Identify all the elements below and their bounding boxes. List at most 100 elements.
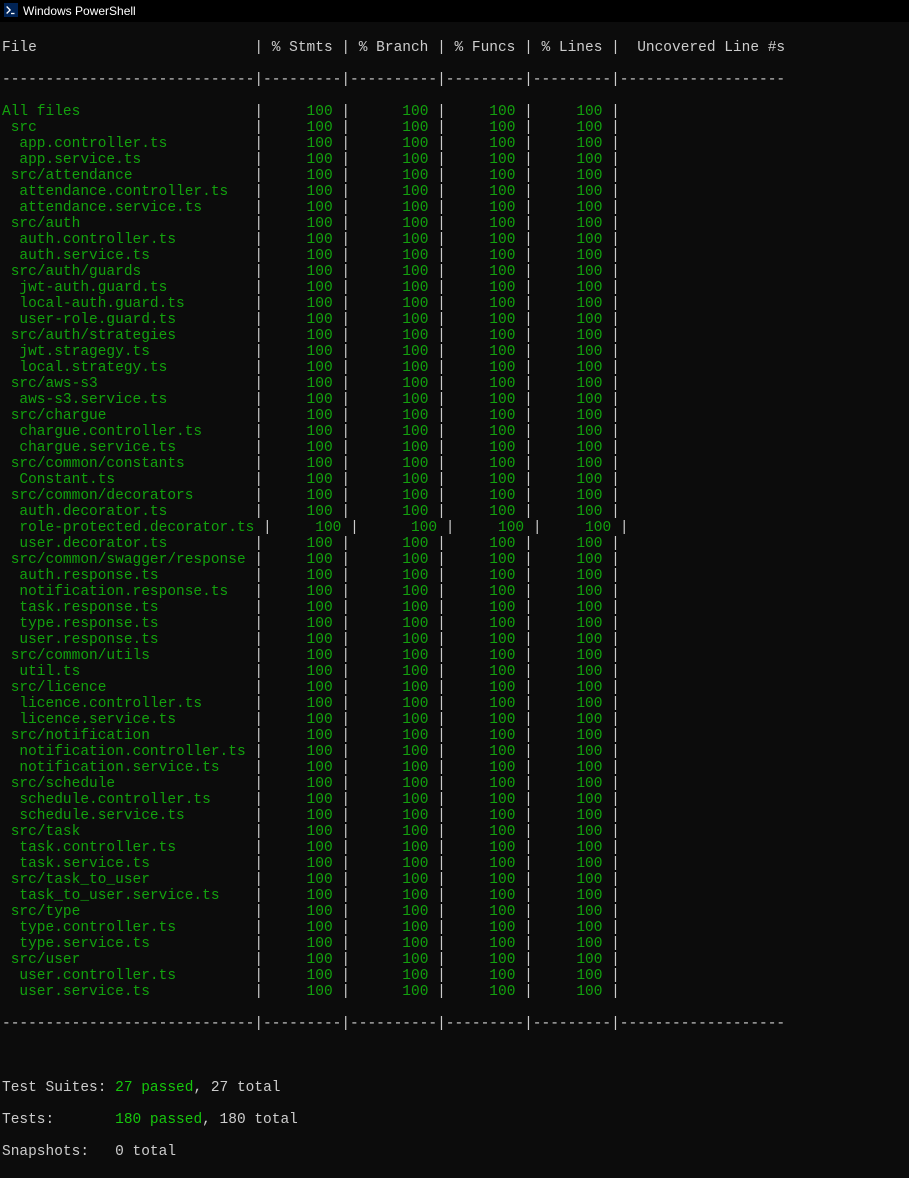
coverage-row: All files | 100 | 100 | 100 | 100 |	[2, 104, 907, 120]
pct-funcs: 100	[446, 296, 524, 312]
pct-funcs: 100	[446, 888, 524, 904]
column-separator: |	[254, 824, 263, 840]
pct-funcs: 100	[446, 200, 524, 216]
pct-stmts: 100	[263, 536, 341, 552]
pct-lines: 100	[533, 936, 611, 952]
column-separator: |	[254, 904, 263, 920]
pct-branch: 100	[350, 856, 437, 872]
column-separator: |	[437, 456, 446, 472]
column-separator: |	[611, 136, 620, 152]
pct-stmts: 100	[263, 376, 341, 392]
column-separator: |	[341, 216, 350, 232]
pct-lines: 100	[533, 184, 611, 200]
file-name: schedule.controller.ts	[2, 792, 254, 808]
column-separator: |	[524, 488, 533, 504]
file-name: src/common/swagger/response	[2, 552, 254, 568]
window-titlebar[interactable]: Windows PowerShell	[0, 0, 909, 22]
coverage-row: src/chargue | 100 | 100 | 100 | 100 |	[2, 408, 907, 424]
column-separator: |	[254, 312, 263, 328]
uncovered-lines	[620, 536, 785, 552]
coverage-row: src/common/decorators | 100 | 100 | 100 …	[2, 488, 907, 504]
pct-lines: 100	[533, 296, 611, 312]
pct-lines: 100	[533, 888, 611, 904]
column-separator: |	[620, 520, 629, 536]
pct-funcs: 100	[446, 488, 524, 504]
summary-tests: Tests: 180 passed, 180 total	[2, 1112, 907, 1128]
uncovered-lines	[620, 136, 785, 152]
coverage-row: src/common/swagger/response | 100 | 100 …	[2, 552, 907, 568]
column-separator: |	[524, 792, 533, 808]
column-separator: |	[437, 536, 446, 552]
pct-funcs: 100	[446, 840, 524, 856]
column-separator: |	[254, 392, 263, 408]
pct-stmts: 100	[263, 728, 341, 744]
coverage-row: src/task | 100 | 100 | 100 | 100 |	[2, 824, 907, 840]
column-separator: |	[437, 664, 446, 680]
coverage-row: type.service.ts | 100 | 100 | 100 | 100 …	[2, 936, 907, 952]
pct-stmts: 100	[263, 856, 341, 872]
coverage-row: util.ts | 100 | 100 | 100 | 100 |	[2, 664, 907, 680]
pct-lines: 100	[533, 712, 611, 728]
pct-stmts: 100	[272, 520, 350, 536]
pct-funcs: 100	[446, 968, 524, 984]
pct-stmts: 100	[263, 104, 341, 120]
column-separator: |	[341, 824, 350, 840]
coverage-row: auth.response.ts | 100 | 100 | 100 | 100…	[2, 568, 907, 584]
terminal-output[interactable]: File | % Stmts | % Branch | % Funcs | % …	[0, 22, 909, 1178]
pct-branch: 100	[350, 152, 437, 168]
pct-lines: 100	[533, 104, 611, 120]
pct-funcs: 100	[446, 728, 524, 744]
pct-stmts: 100	[263, 568, 341, 584]
pct-lines: 100	[533, 776, 611, 792]
uncovered-lines	[620, 440, 785, 456]
column-separator: |	[263, 520, 272, 536]
pct-branch: 100	[359, 520, 446, 536]
coverage-header: File | % Stmts | % Branch | % Funcs | % …	[2, 40, 907, 56]
coverage-row: licence.service.ts | 100 | 100 | 100 | 1…	[2, 712, 907, 728]
coverage-row: src/common/constants | 100 | 100 | 100 |…	[2, 456, 907, 472]
column-separator: |	[254, 936, 263, 952]
column-separator: |	[524, 136, 533, 152]
column-separator: |	[437, 216, 446, 232]
column-separator: |	[524, 872, 533, 888]
pct-stmts: 100	[263, 296, 341, 312]
pct-branch: 100	[350, 728, 437, 744]
column-separator: |	[350, 520, 359, 536]
column-separator: |	[254, 200, 263, 216]
file-name: src/common/decorators	[2, 488, 254, 504]
pct-lines: 100	[533, 824, 611, 840]
column-separator: |	[524, 360, 533, 376]
pct-branch: 100	[350, 680, 437, 696]
coverage-row: user.decorator.ts | 100 | 100 | 100 | 10…	[2, 536, 907, 552]
file-name: src/notification	[2, 728, 254, 744]
summary-suites: Test Suites: 27 passed, 27 total	[2, 1080, 907, 1096]
pct-branch: 100	[350, 840, 437, 856]
coverage-row: aws-s3.service.ts | 100 | 100 | 100 | 10…	[2, 392, 907, 408]
file-name: Constant.ts	[2, 472, 254, 488]
separator-top: -----------------------------|---------|…	[2, 72, 907, 88]
uncovered-lines	[620, 120, 785, 136]
column-separator: |	[611, 392, 620, 408]
uncovered-lines	[620, 168, 785, 184]
column-separator: |	[254, 696, 263, 712]
column-separator: |	[254, 792, 263, 808]
pct-branch: 100	[350, 712, 437, 728]
coverage-row: src/aws-s3 | 100 | 100 | 100 | 100 |	[2, 376, 907, 392]
column-separator: |	[524, 168, 533, 184]
coverage-row: task.service.ts | 100 | 100 | 100 | 100 …	[2, 856, 907, 872]
column-separator: |	[254, 472, 263, 488]
pct-stmts: 100	[263, 184, 341, 200]
column-separator: |	[437, 904, 446, 920]
pct-lines: 100	[533, 904, 611, 920]
pct-branch: 100	[350, 664, 437, 680]
column-separator: |	[437, 600, 446, 616]
pct-funcs: 100	[446, 600, 524, 616]
column-separator: |	[341, 936, 350, 952]
column-separator: |	[341, 872, 350, 888]
pct-funcs: 100	[446, 936, 524, 952]
column-separator: |	[437, 376, 446, 392]
column-separator: |	[524, 344, 533, 360]
uncovered-lines	[620, 408, 785, 424]
pct-stmts: 100	[263, 488, 341, 504]
column-separator: |	[437, 936, 446, 952]
